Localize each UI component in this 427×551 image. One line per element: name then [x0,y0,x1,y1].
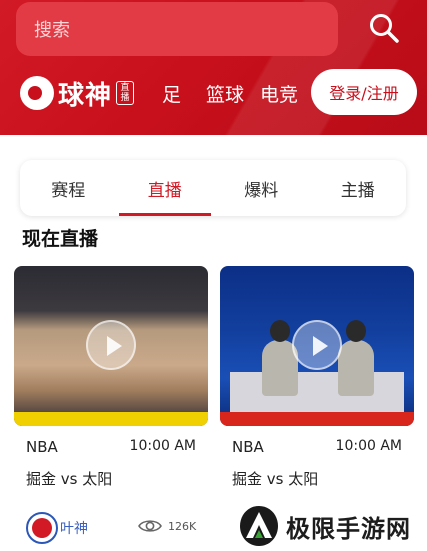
tab-live[interactable]: 直播 [117,160,214,216]
league-label: NBA [232,438,264,456]
login-register-button[interactable]: 登录/注册 [311,69,417,115]
video-thumbnail[interactable] [220,266,414,426]
play-icon[interactable] [86,320,136,370]
tab-schedule[interactable]: 赛程 [20,160,117,216]
search-placeholder: 搜索 [34,20,70,41]
league-label: NBA [26,438,58,456]
time-label: 10:00 AM [335,438,402,454]
studio-desk [230,372,404,412]
watermark-logo-icon [240,506,278,546]
live-card[interactable]: NBA 10:00 AM 掘金 vs 太阳 [14,266,208,488]
views-count: 126K [168,519,197,533]
author-info[interactable]: 叶神 [26,512,88,544]
card-meta: NBA 10:00 AM [220,426,414,466]
nav-basketball[interactable]: 篮球 [206,80,244,107]
logo-ball-icon [20,76,54,110]
watermark: 极限手游网 [238,504,411,548]
section-title: 现在直播 [22,228,99,250]
logo-badge: 直播 [116,81,135,105]
commentator [338,320,374,396]
app-logo: 球神 直播 [20,74,135,112]
tab-bar: 赛程 直播 爆料 主播 [20,160,406,216]
app-header: 搜索 球神 直播 足 篮球 电竞 登录/注册 [0,0,427,135]
nav-esports[interactable]: 电竞 [260,80,298,107]
tab-news[interactable]: 爆料 [213,160,310,216]
search-input[interactable]: 搜索 [16,2,338,56]
eye-icon [138,520,162,532]
logo-text: 球神 [58,80,113,111]
match-label: 掘金 vs 太阳 [26,470,113,488]
nav-football[interactable]: 足 [162,80,181,107]
tab-anchors[interactable]: 主播 [310,160,407,216]
avatar[interactable] [26,512,58,544]
card-meta: NBA 10:00 AM [14,426,208,466]
watermark-text: 极限手游网 [286,514,411,543]
time-label: 10:00 AM [129,438,196,454]
ticker-bar [220,412,414,426]
ticker-bar [14,412,208,426]
video-thumbnail[interactable] [14,266,208,426]
author-name: 叶神 [60,521,88,537]
match-label: 掘金 vs 太阳 [232,470,319,488]
view-count: 126K [138,518,196,534]
play-icon[interactable] [292,320,342,370]
live-card[interactable]: NBA 10:00 AM 掘金 vs 太阳 [220,266,414,488]
search-icon[interactable] [366,10,402,46]
